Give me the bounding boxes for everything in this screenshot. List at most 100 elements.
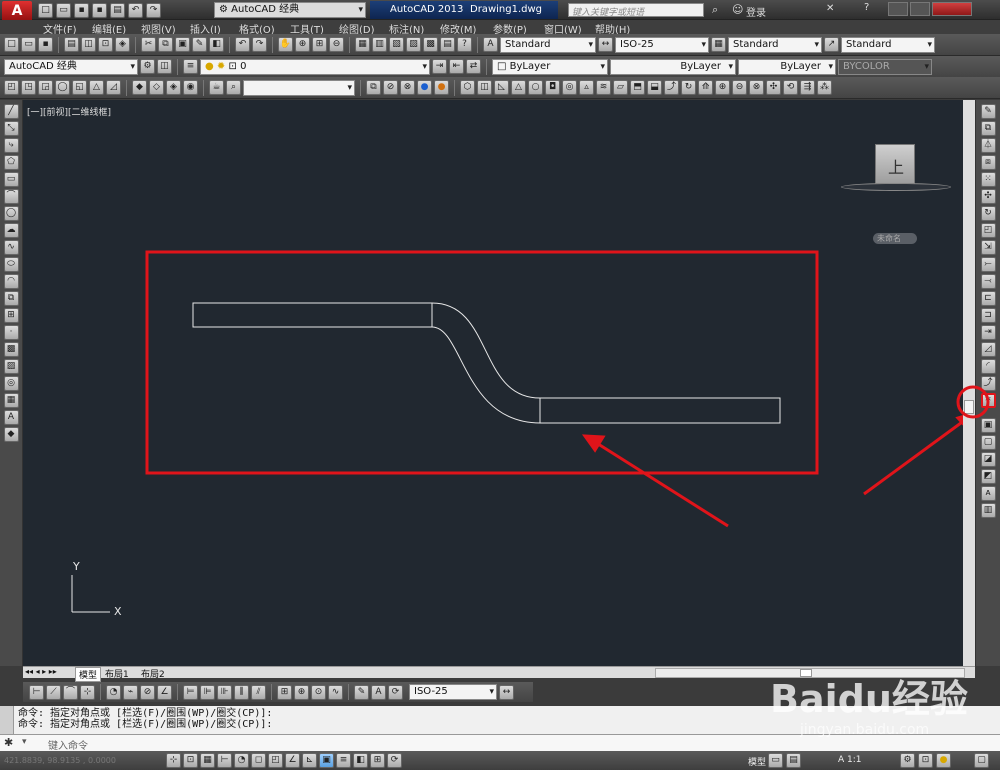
sheetset-icon[interactable]: ▨	[406, 37, 421, 52]
model-space-button[interactable]: 模型	[748, 755, 766, 768]
ellipse-icon[interactable]: ⬭	[3, 257, 19, 272]
save-icon[interactable]: ▪	[38, 37, 53, 52]
dim-diameter-icon[interactable]: ⊘	[140, 684, 155, 700]
spline-icon[interactable]: ∿	[3, 240, 19, 255]
dim-style-dropdown[interactable]: ISO-25	[409, 684, 497, 700]
dim-arclength-icon[interactable]: ⌒	[63, 684, 78, 700]
shade-icon[interactable]: ◆	[132, 80, 147, 95]
minimize-button[interactable]	[888, 2, 908, 16]
workspace-dropdown[interactable]: ⚙ AutoCAD 经典	[214, 2, 366, 18]
vertical-scrollbar[interactable]	[963, 100, 975, 666]
gradient-icon[interactable]: ▨	[3, 359, 19, 374]
revolve-icon[interactable]: ↻	[681, 80, 696, 95]
cylinder3d-icon[interactable]: ◘	[545, 80, 560, 95]
hide-icon[interactable]: ◇	[149, 80, 164, 95]
join-icon[interactable]: ⇥	[980, 325, 996, 340]
open-icon[interactable]: ▭	[56, 3, 71, 18]
straight-segment-right[interactable]	[539, 397, 781, 424]
point-icon[interactable]: ·	[3, 325, 19, 340]
binoculars-icon[interactable]: ⌕	[712, 3, 718, 17]
realistic-icon[interactable]: ◉	[183, 80, 198, 95]
redo-icon[interactable]: ↷	[146, 3, 161, 18]
polar-icon[interactable]: ◔	[234, 753, 249, 768]
scale-icon[interactable]: ◰	[980, 223, 996, 238]
workspace-icon[interactable]: ◫	[157, 59, 172, 74]
move3d-icon[interactable]: ✣	[766, 80, 781, 95]
dim-style-manager-icon[interactable]: ↔	[499, 684, 514, 700]
command-input[interactable]: 键入命令	[48, 737, 88, 752]
rotate-icon[interactable]: ↻	[980, 206, 996, 221]
hatch-to-back-icon[interactable]: ▥	[980, 503, 996, 518]
draworder-under-icon[interactable]: ◩	[980, 469, 996, 484]
copy-icon[interactable]: ⧉	[158, 37, 173, 52]
layer-state-icon[interactable]: ⇄	[466, 59, 481, 74]
wedge-icon[interactable]: ◿	[106, 80, 121, 95]
layer-previous-icon[interactable]: ⇤	[449, 59, 464, 74]
preview-icon[interactable]: ◫	[81, 37, 96, 52]
wcs-menu[interactable]: 未命名	[873, 233, 917, 244]
dim-jogged-icon[interactable]: ⌁	[123, 684, 138, 700]
new-icon[interactable]: □	[4, 37, 19, 52]
publish-icon[interactable]: ⊡	[98, 37, 113, 52]
dim-edit-icon[interactable]: ✎	[354, 684, 369, 700]
hidden-visualstyle-icon[interactable]: ⊗	[400, 80, 415, 95]
lineweight-icon[interactable]: ≡	[336, 753, 351, 768]
table-style-dropdown[interactable]: Standard	[728, 36, 822, 53]
mtext-icon[interactable]: A	[3, 410, 19, 425]
subtract-icon[interactable]: ⊖	[732, 80, 747, 95]
quick-dim-icon[interactable]: ⊨	[183, 684, 198, 700]
revcloud-icon[interactable]: ☁	[3, 223, 19, 238]
offset-icon[interactable]: ⧈	[980, 155, 996, 170]
dim-space-icon[interactable]: ⫼	[234, 684, 249, 700]
selection-cycling-icon[interactable]: ⟳	[387, 753, 402, 768]
redo-icon[interactable]: ↷	[252, 37, 267, 52]
find-icon[interactable]: ⌕	[226, 80, 241, 95]
restore-button[interactable]	[910, 2, 930, 16]
ortho-icon[interactable]: ⊢	[217, 753, 232, 768]
workspace-dropdown[interactable]: AutoCAD 经典	[4, 58, 138, 75]
hatch-icon[interactable]: ▩	[3, 342, 19, 357]
rectangle-icon[interactable]: ▭	[3, 172, 19, 187]
cone3d-icon[interactable]: △	[511, 80, 526, 95]
line-icon[interactable]: ╱	[3, 104, 19, 119]
wrench-icon[interactable]: ✱	[4, 736, 13, 749]
erase-icon[interactable]: ✎	[980, 104, 996, 119]
stretch-icon[interactable]: ⇲	[980, 240, 996, 255]
inspection-icon[interactable]: ⊙	[311, 684, 326, 700]
intersect-icon[interactable]: ⊗	[749, 80, 764, 95]
align3d-icon[interactable]: ⇶	[800, 80, 815, 95]
annotation-scale[interactable]: A 1:1	[838, 755, 862, 765]
blockeditor-icon[interactable]: ◧	[209, 37, 224, 52]
dyn-icon[interactable]: ▣	[319, 753, 334, 768]
dim-ordinate-icon[interactable]: ⊹	[80, 684, 95, 700]
chamfer-icon[interactable]: ◿	[980, 342, 996, 357]
jogged-linear-icon[interactable]: ∿	[328, 684, 343, 700]
text-style-dropdown[interactable]: Standard	[500, 36, 596, 53]
exchange-icon[interactable]: ✕	[826, 3, 834, 14]
viewcube[interactable]: 上	[875, 144, 915, 184]
3dprint-icon[interactable]: ◈	[115, 37, 130, 52]
break-at-point-icon[interactable]: ⊏	[980, 291, 996, 306]
table-style-icon[interactable]: ▦	[711, 37, 726, 52]
sphere-icon[interactable]: ◯	[55, 80, 70, 95]
chevron-down-icon[interactable]: ▾	[22, 737, 27, 747]
planar-icon[interactable]: ▱	[613, 80, 628, 95]
box-icon[interactable]: ◳	[21, 80, 36, 95]
dim-radius-icon[interactable]: ◔	[106, 684, 121, 700]
user-icon[interactable]: ☺	[732, 3, 743, 16]
toolpalette-icon[interactable]: ▧	[389, 37, 404, 52]
linetype-dropdown[interactable]: ByLayer	[610, 58, 736, 75]
plot-icon[interactable]: ▤	[110, 3, 125, 18]
new-icon[interactable]: □	[38, 3, 53, 18]
text-style-icon[interactable]: A	[483, 37, 498, 52]
presspull-icon[interactable]: ⬓	[647, 80, 662, 95]
otrack-icon[interactable]: ∠	[285, 753, 300, 768]
named-view-dropdown[interactable]	[243, 79, 355, 96]
osnap-icon[interactable]: ◻	[251, 753, 266, 768]
ellipse-arc-icon[interactable]: ◠	[3, 274, 19, 289]
union-icon[interactable]: ⊕	[715, 80, 730, 95]
mleader-style-dropdown[interactable]: Standard	[841, 36, 935, 53]
extrude-icon[interactable]: ⬒	[630, 80, 645, 95]
infer-constraints-icon[interactable]: ⊹	[166, 753, 181, 768]
drawing-quickview-icon[interactable]: ▤	[786, 753, 801, 768]
